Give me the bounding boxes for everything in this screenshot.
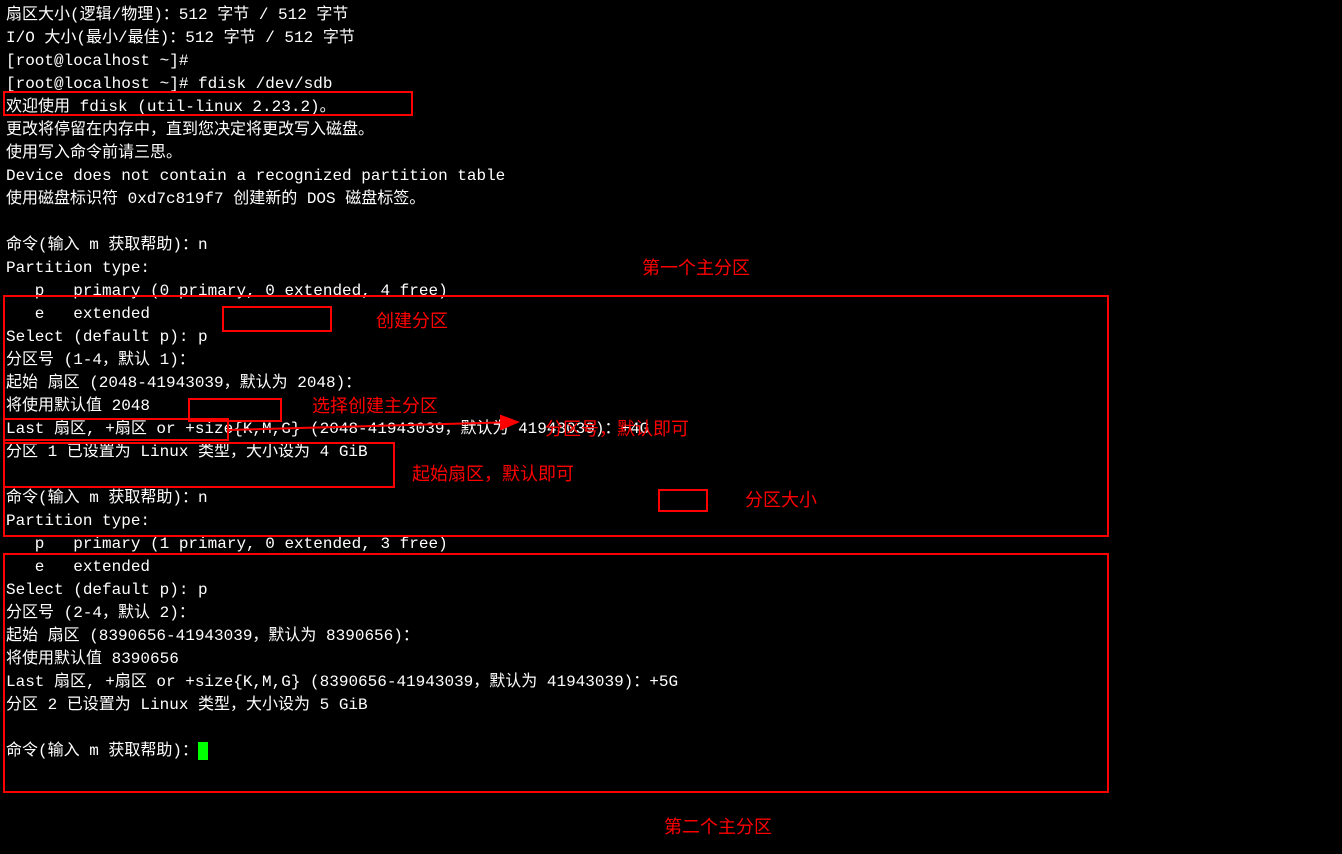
p2-num[interactable]: 分区号 (2-4，默认 2)： xyxy=(6,602,1336,625)
p2-select[interactable]: Select (default p): p xyxy=(6,579,1336,602)
p1-start[interactable]: 起始 扇区 (2048-41943039，默认为 2048)： xyxy=(6,372,1336,395)
p1-default: 将使用默认值 2048 xyxy=(6,395,1336,418)
p2-primary: p primary (1 primary, 0 extended, 3 free… xyxy=(6,533,1336,556)
p2-last[interactable]: Last 扇区, +扇区 or +size{K,M,G} (8390656-41… xyxy=(6,671,1336,694)
p1-extended: e extended xyxy=(6,303,1336,326)
line-welcome: 欢迎使用 fdisk (util-linux 2.23.2)。 xyxy=(6,96,1336,119)
p1-result: 分区 1 已设置为 Linux 类型，大小设为 4 GiB xyxy=(6,441,1336,464)
p1-ptype: Partition type: xyxy=(6,257,1336,280)
line-io-size: I/O 大小(最小/最佳)：512 字节 / 512 字节 xyxy=(6,27,1336,50)
line-prompt-empty[interactable]: [root@localhost ~]# xyxy=(6,50,1336,73)
final-prompt[interactable]: 命令(输入 m 获取帮助)： xyxy=(6,740,1336,763)
line-sector-size: 扇区大小(逻辑/物理)：512 字节 / 512 字节 xyxy=(6,4,1336,27)
p1-select[interactable]: Select (default p): p xyxy=(6,326,1336,349)
p1-last[interactable]: Last 扇区, +扇区 or +size{K,M,G} (2048-41943… xyxy=(6,418,1336,441)
line-fdisk-cmd[interactable]: [root@localhost ~]# fdisk /dev/sdb xyxy=(6,73,1336,96)
p2-default: 将使用默认值 8390656 xyxy=(6,648,1336,671)
cursor-icon xyxy=(198,742,208,760)
line-blank xyxy=(6,464,1336,487)
line-blank xyxy=(6,211,1336,234)
p1-cmd-n[interactable]: 命令(输入 m 获取帮助)：n xyxy=(6,234,1336,257)
annotation-second-primary: 第二个主分区 xyxy=(664,816,772,839)
terminal-output: 扇区大小(逻辑/物理)：512 字节 / 512 字节 I/O 大小(最小/最佳… xyxy=(6,4,1336,763)
p1-num[interactable]: 分区号 (1-4，默认 1)： xyxy=(6,349,1336,372)
line-no-table: Device does not contain a recognized par… xyxy=(6,165,1336,188)
line-dos-label: 使用磁盘标识符 0xd7c819f7 创建新的 DOS 磁盘标签。 xyxy=(6,188,1336,211)
line-change-warn: 更改将停留在内存中，直到您决定将更改写入磁盘。 xyxy=(6,119,1336,142)
p2-extended: e extended xyxy=(6,556,1336,579)
line-blank xyxy=(6,717,1336,740)
p1-primary: p primary (0 primary, 0 extended, 4 free… xyxy=(6,280,1336,303)
p2-start[interactable]: 起始 扇区 (8390656-41943039，默认为 8390656)： xyxy=(6,625,1336,648)
p2-ptype: Partition type: xyxy=(6,510,1336,533)
p2-result: 分区 2 已设置为 Linux 类型，大小设为 5 GiB xyxy=(6,694,1336,717)
p2-cmd-n[interactable]: 命令(输入 m 获取帮助)：n xyxy=(6,487,1336,510)
line-think-twice: 使用写入命令前请三思。 xyxy=(6,142,1336,165)
